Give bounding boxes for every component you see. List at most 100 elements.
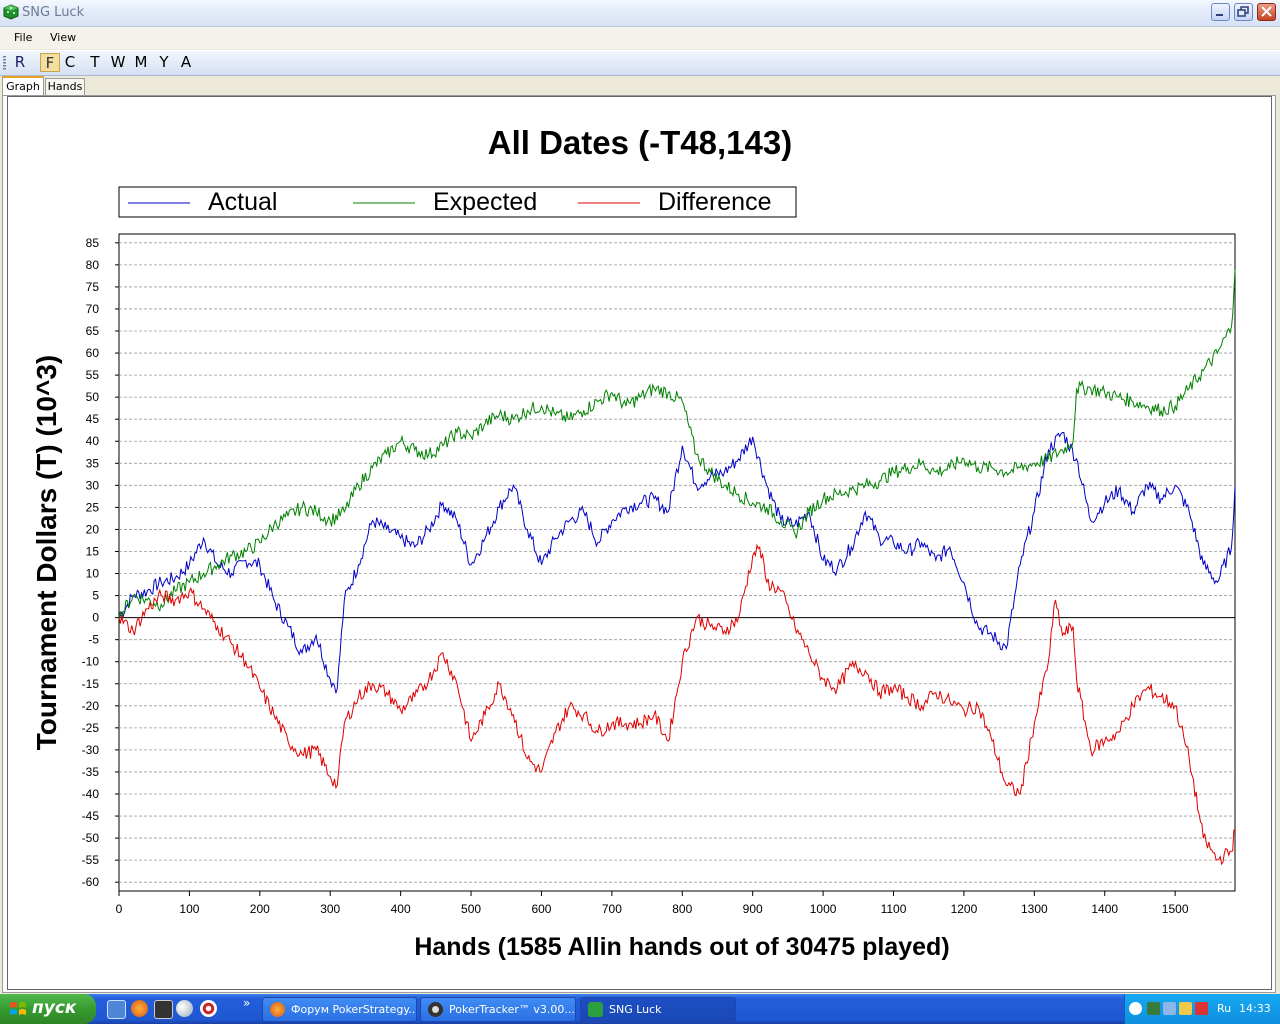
tray-display-icon[interactable]	[1163, 1002, 1176, 1015]
task-label: SNG Luck	[609, 1003, 662, 1016]
y-tick-label: 0	[92, 611, 99, 625]
y-tick-label: 50	[86, 390, 100, 404]
minimize-button[interactable]	[1211, 3, 1230, 21]
y-tick-label: 60	[86, 346, 100, 360]
x-tick-label: 500	[461, 902, 481, 916]
pokertracker-icon	[428, 1002, 443, 1017]
media-player-icon[interactable]	[154, 1000, 173, 1019]
tray-antivirus-icon[interactable]	[1195, 1002, 1208, 1015]
x-tick-label: 100	[179, 902, 199, 916]
x-axis-label: Hands (1585 Allin hands out of 30475 pla…	[414, 933, 949, 961]
y-tick-label: -15	[82, 677, 100, 691]
firefox-icon	[270, 1002, 285, 1017]
y-tick-label: -10	[82, 655, 100, 669]
y-tick-label: 85	[86, 236, 100, 250]
windows-logo-icon	[10, 1002, 26, 1015]
toolbar-grip[interactable]	[3, 56, 6, 71]
tab-strip: Graph Hands	[0, 76, 1280, 96]
y-tick-label: 30	[86, 478, 100, 492]
y-tick-label: 70	[86, 302, 100, 316]
start-label: пуск	[32, 998, 77, 1018]
legend-label-expected: Expected	[433, 188, 537, 216]
taskbar: пуск » Форум PokerStrategy... PokerTrack…	[0, 994, 1280, 1024]
toolbar-button-y[interactable]: Y	[154, 53, 174, 72]
y-tick-label: 45	[86, 412, 100, 426]
menu-view[interactable]: View	[50, 31, 76, 44]
x-tick-label: 300	[320, 902, 340, 916]
tab-graph[interactable]: Graph	[2, 76, 44, 96]
y-tick-label: 55	[86, 368, 100, 382]
y-tick-label: 80	[86, 258, 100, 272]
task-sng-luck[interactable]: SNG Luck	[580, 997, 736, 1022]
plot-area	[118, 233, 1236, 892]
toolbar: R F C T W M Y A	[0, 50, 1280, 76]
x-tick-label: 1500	[1162, 902, 1189, 916]
y-tick-label: -5	[88, 633, 99, 647]
menu-file[interactable]: File	[14, 31, 32, 44]
y-tick-label: -25	[82, 721, 100, 735]
moon-app-icon[interactable]	[176, 1000, 193, 1017]
y-tick-label: 65	[86, 324, 100, 338]
close-button[interactable]	[1257, 3, 1276, 21]
y-tick-label: -20	[82, 699, 100, 713]
tab-hands[interactable]: Hands	[45, 78, 85, 96]
y-tick-label: 25	[86, 500, 100, 514]
tray-clock: 14:33	[1239, 1002, 1271, 1015]
task-label: PokerTracker™ v3.00...	[449, 1003, 575, 1016]
dice-app-icon	[3, 4, 19, 20]
x-tick-label: 1400	[1091, 902, 1118, 916]
y-tick-label: -40	[82, 787, 100, 801]
y-tick-label: 20	[86, 522, 100, 536]
quicklaunch-overflow[interactable]: »	[243, 996, 250, 1010]
y-tick-label: -50	[82, 831, 100, 845]
chart-title: All Dates (-T48,143)	[488, 124, 792, 161]
luck-chart: All Dates (-T48,143) Actual Expected Differ…	[31, 124, 1236, 961]
tray-folder-icon[interactable]	[1179, 1002, 1192, 1015]
legend-label-actual: Actual	[208, 188, 277, 216]
toolbar-button-a[interactable]: A	[176, 53, 196, 72]
y-tick-label: 5	[92, 589, 99, 603]
x-tick-label: 600	[531, 902, 551, 916]
x-tick-label: 900	[743, 902, 763, 916]
tray-arrow-icon[interactable]	[1129, 1002, 1142, 1015]
y-tick-label: 40	[86, 434, 100, 448]
y-tick-label: -45	[82, 809, 100, 823]
toolbar-button-m[interactable]: M	[131, 53, 151, 72]
toolbar-button-f[interactable]: F	[40, 53, 60, 72]
restore-button[interactable]	[1234, 3, 1253, 21]
start-button[interactable]: пуск	[0, 994, 96, 1024]
toolbar-button-r[interactable]: R	[10, 53, 30, 72]
task-forum[interactable]: Форум PokerStrategy...	[262, 997, 417, 1022]
y-tick-label: -60	[82, 875, 100, 889]
y-tick-label: 75	[86, 280, 100, 294]
close-icon	[1261, 6, 1272, 17]
x-tick-label: 800	[672, 902, 692, 916]
target-app-icon[interactable]	[200, 1000, 217, 1017]
legend-label-difference: Difference	[658, 188, 772, 216]
y-tick-label: -35	[82, 765, 100, 779]
show-desktop-icon[interactable]	[107, 1000, 126, 1019]
x-tick-label: 400	[391, 902, 411, 916]
x-tick-label: 1300	[1021, 902, 1048, 916]
y-tick-label: 35	[86, 456, 100, 470]
toolbar-button-c[interactable]: C	[60, 53, 80, 72]
tray-language[interactable]: Ru	[1217, 1002, 1231, 1015]
x-tick-label: 700	[602, 902, 622, 916]
menu-bar: File View	[0, 27, 1280, 49]
restore-icon	[1237, 6, 1249, 17]
system-tray: Ru 14:33	[1124, 994, 1280, 1024]
task-pokertracker[interactable]: PokerTracker™ v3.00...	[420, 997, 576, 1022]
tray-network-icon[interactable]	[1147, 1002, 1160, 1015]
x-tick-label: 0	[116, 902, 123, 916]
x-tick-label: 200	[250, 902, 270, 916]
y-axis-label: Tournament Dollars (T) (10^3)	[31, 355, 62, 750]
toolbar-button-w[interactable]: W	[108, 53, 128, 72]
y-tick-label: -30	[82, 743, 100, 757]
toolbar-button-t[interactable]: T	[85, 53, 105, 72]
x-tick-label: 1000	[810, 902, 837, 916]
y-tick-label: 15	[86, 544, 100, 558]
firefox-icon[interactable]	[131, 1000, 148, 1017]
title-bar: SNG Luck	[0, 0, 1280, 27]
task-label: Форум PokerStrategy...	[291, 1003, 417, 1016]
x-tick-label: 1200	[951, 902, 978, 916]
